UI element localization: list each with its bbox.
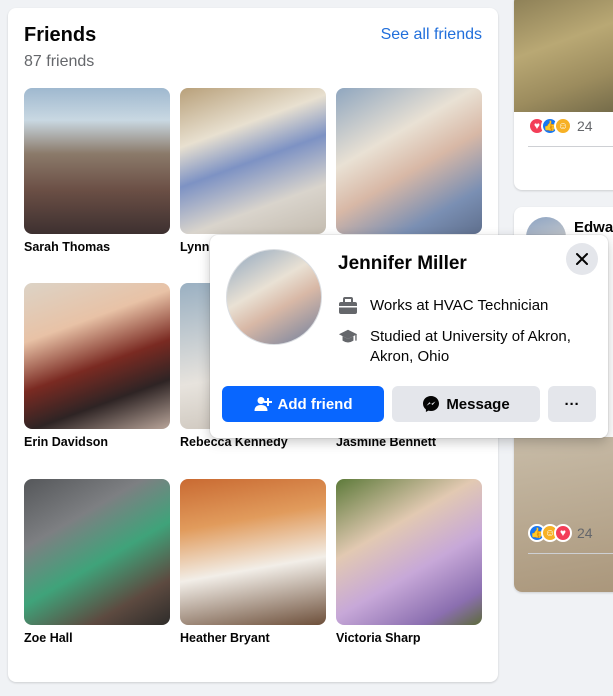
friend-tile[interactable]: Sarah Thomas [24,88,170,254]
post-image[interactable] [514,0,613,112]
friend-photo[interactable] [336,479,482,625]
divider [528,553,613,554]
reaction-summary[interactable]: 👍 ☺ ♥ 24 [528,524,593,542]
friend-tile[interactable]: Lynn [180,88,326,254]
messenger-icon [422,395,440,413]
more-icon: ··· [564,395,580,413]
close-button[interactable] [566,243,598,275]
close-icon [576,253,588,265]
friend-tile[interactable] [336,88,482,240]
care-icon: ☺ [554,117,572,135]
profile-hover-card: Jennifer Miller Works at HVAC Technician… [210,235,608,438]
friend-tile[interactable]: Zoe Hall [24,479,170,645]
feed-post: ♥ 👍 ☺ 24 [514,0,613,190]
profile-avatar[interactable] [226,249,322,345]
add-friend-button[interactable]: Add friend [222,386,384,422]
friend-photo[interactable] [180,88,326,234]
friend-photo[interactable] [24,283,170,429]
work-info: Works at HVAC Technician [338,296,600,316]
see-all-friends-link[interactable]: See all friends [381,26,482,44]
divider [528,146,613,147]
more-options-button[interactable]: ··· [548,386,596,422]
friend-tile[interactable]: Erin Davidson [24,283,170,449]
message-button[interactable]: Message [392,386,540,422]
friends-count: 87 friends [24,53,95,70]
friend-name[interactable]: Erin Davidson [24,435,170,449]
graduation-cap-icon [338,327,358,347]
post-image[interactable] [514,437,613,592]
friends-card-title: Friends [24,24,97,46]
friend-name[interactable]: Zoe Hall [24,631,170,645]
message-label: Message [446,395,510,413]
friend-photo[interactable] [24,88,170,234]
education-info: Studied at University of Akron, Akron, O… [338,327,600,367]
post-author-name[interactable]: Edwar [574,219,613,236]
reaction-count: 24 [577,525,593,541]
friend-photo[interactable] [336,88,482,234]
friend-name[interactable]: Heather Bryant [180,631,326,645]
work-text: Works at HVAC Technician [370,297,549,314]
friend-name[interactable]: Sarah Thomas [24,240,170,254]
reaction-count: 24 [577,118,593,134]
reaction-summary[interactable]: ♥ 👍 ☺ 24 [528,117,593,135]
add-friend-icon [254,396,272,412]
briefcase-icon [338,296,358,316]
friend-tile[interactable]: Heather Bryant [180,479,326,645]
friend-tile[interactable]: Victoria Sharp [336,479,482,645]
add-friend-label: Add friend [277,395,353,413]
profile-name[interactable]: Jennifer Miller [338,253,467,275]
love-icon: ♥ [554,524,572,542]
friend-name[interactable]: Victoria Sharp [336,631,482,645]
education-text: Studied at University of Akron, Akron, O… [370,328,571,365]
friend-photo[interactable] [180,479,326,625]
friend-photo[interactable] [24,479,170,625]
